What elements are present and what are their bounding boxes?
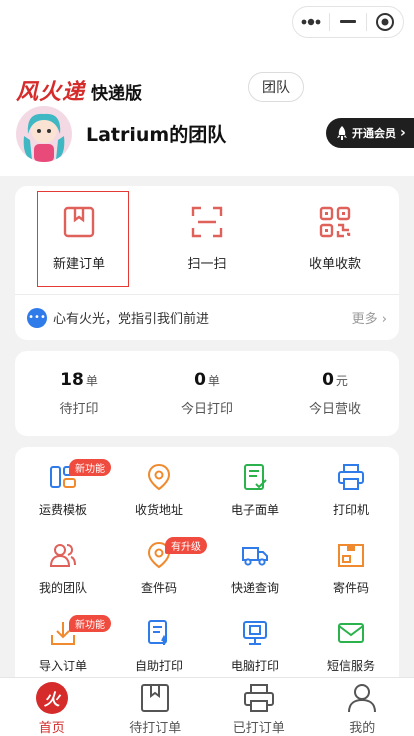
sms-icon [338, 622, 364, 643]
tab-home[interactable]: 火 首页 [0, 678, 104, 736]
stat-unit: 元 [335, 374, 348, 388]
home-fire-icon: 火 [35, 682, 68, 714]
tool-label: 我的团队 [38, 580, 87, 595]
tool-import-orders[interactable]: 导入订单 新功能 [15, 607, 111, 685]
stat-pending-print[interactable]: 18 单 待打印 [15, 351, 143, 436]
avatar[interactable] [16, 106, 72, 162]
tool-shipping-address[interactable]: 收货地址 [111, 451, 207, 529]
qr-code-icon [319, 206, 351, 237]
tab-bar: 火 首页 待打订单 已打订单 我的 [0, 677, 414, 736]
tool-self-print[interactable]: 自助打印 [111, 607, 207, 685]
tool-label: 电子面单 [230, 502, 279, 517]
stat-value: 0 [194, 370, 206, 390]
brand: 风火递 快递版 [16, 74, 142, 106]
e-waybill-icon [244, 463, 267, 490]
stat-label: 待打印 [59, 402, 99, 417]
quick-actions-card: 新建订单 扫一扫 收单收款 ••• 心有火光，党指引我们前进 更多 › [15, 186, 399, 340]
self-print-icon [148, 619, 167, 645]
stat-label: 今日营收 [308, 402, 361, 417]
pc-print-icon [243, 620, 267, 645]
stat-value: 0 [322, 370, 334, 390]
new-feature-badge: 新功能 [69, 615, 111, 632]
tool-label: 电脑打印 [230, 658, 279, 673]
tool-express-query[interactable]: 快递查询 [207, 529, 303, 607]
chevron-right-icon: › [400, 125, 406, 141]
brand-subtitle: 快递版 [91, 84, 143, 104]
target-circle-icon [376, 13, 394, 31]
tools-grid: 运费模板 新功能 收货地址 电子面单 打印机 我的团队 查件码 有升级 快递查询 [15, 447, 399, 685]
dots-icon [301, 18, 321, 26]
tool-freight-template[interactable]: 运费模板 新功能 [15, 451, 111, 529]
stat-label: 今日打印 [180, 402, 233, 417]
more-button[interactable] [293, 7, 329, 37]
tool-send-code[interactable]: 寄件码 [303, 529, 399, 607]
tool-label: 收货地址 [134, 502, 183, 517]
notice-text: 心有火光，党指引我们前进 [53, 312, 210, 327]
tool-label: 运费模板 [38, 502, 87, 517]
stat-value: 18 [60, 370, 84, 390]
brand-logo: 风火递 [16, 79, 86, 105]
tool-pc-print[interactable]: 电脑打印 [207, 607, 303, 685]
stat-today-revenue[interactable]: 0元 今日营收 [271, 351, 399, 436]
tool-label: 导入订单 [38, 658, 87, 673]
scan-button[interactable]: 扫一扫 [143, 186, 271, 290]
store-icon [338, 543, 364, 567]
tool-label: 寄件码 [332, 580, 369, 595]
tool-label: 自助打印 [134, 658, 183, 673]
stats-card: 18 单 待打印 0单 今日打印 0元 今日营收 [15, 351, 399, 436]
minimize-button[interactable] [330, 7, 366, 37]
tab-label: 首页 [38, 721, 65, 736]
upgrade-badge: 有升级 [165, 537, 207, 554]
printer-icon [338, 463, 364, 490]
truck-icon [242, 546, 268, 566]
tool-label: 快递查询 [230, 580, 279, 595]
vip-label: 开通会员 [352, 127, 396, 140]
tool-e-waybill[interactable]: 电子面单 [207, 451, 303, 529]
close-button[interactable] [367, 7, 403, 37]
tool-label: 短信服务 [326, 658, 375, 673]
scan-icon [191, 206, 223, 237]
tab-printed-orders[interactable]: 已打订单 [207, 678, 311, 736]
team-button[interactable]: 团队 [248, 72, 304, 102]
selection-highlight [37, 191, 129, 287]
notice-bar[interactable]: ••• 心有火光，党指引我们前进 更多 › [15, 294, 399, 340]
stat-unit: 单 [85, 374, 98, 388]
notice-more-link[interactable]: 更多 › [352, 308, 387, 327]
tool-query-code[interactable]: 查件码 有升级 [111, 529, 207, 607]
tab-label: 我的 [349, 721, 376, 736]
mini-program-capsule [292, 6, 404, 38]
tool-printer[interactable]: 打印机 [303, 451, 399, 529]
collect-payment-button[interactable]: 收单收款 [271, 186, 399, 290]
stat-today-printed[interactable]: 0单 今日打印 [143, 351, 271, 436]
rocket-icon [337, 126, 347, 140]
printed-icon [243, 684, 274, 712]
stat-unit: 单 [207, 374, 220, 388]
tool-label: 查件码 [140, 580, 177, 595]
pending-box-icon [141, 684, 170, 712]
minus-icon [340, 20, 356, 23]
collect-payment-label: 收单收款 [308, 256, 361, 272]
scan-label: 扫一扫 [187, 256, 227, 272]
tab-label: 待打订单 [129, 721, 182, 736]
tab-mine[interactable]: 我的 [311, 678, 414, 736]
tool-label: 打印机 [332, 502, 369, 517]
tool-sms-service[interactable]: 短信服务 [303, 607, 399, 685]
tool-my-team[interactable]: 我的团队 [15, 529, 111, 607]
tab-label: 已打订单 [232, 721, 285, 736]
team-icon [49, 543, 76, 567]
chat-bubble-icon: ••• [27, 307, 47, 328]
user-icon [348, 684, 377, 713]
location-icon [147, 463, 171, 490]
new-feature-badge: 新功能 [69, 459, 111, 476]
vip-button[interactable]: 开通会员 › [326, 118, 414, 148]
header: 风火递 快递版 团队 Latrium的团队 开通会员 › [0, 0, 414, 176]
tools-card: 运费模板 新功能 收货地址 电子面单 打印机 我的团队 查件码 有升级 快递查询 [15, 447, 399, 687]
team-name: Latrium的团队 [86, 124, 227, 146]
tab-pending-orders[interactable]: 待打订单 [104, 678, 208, 736]
